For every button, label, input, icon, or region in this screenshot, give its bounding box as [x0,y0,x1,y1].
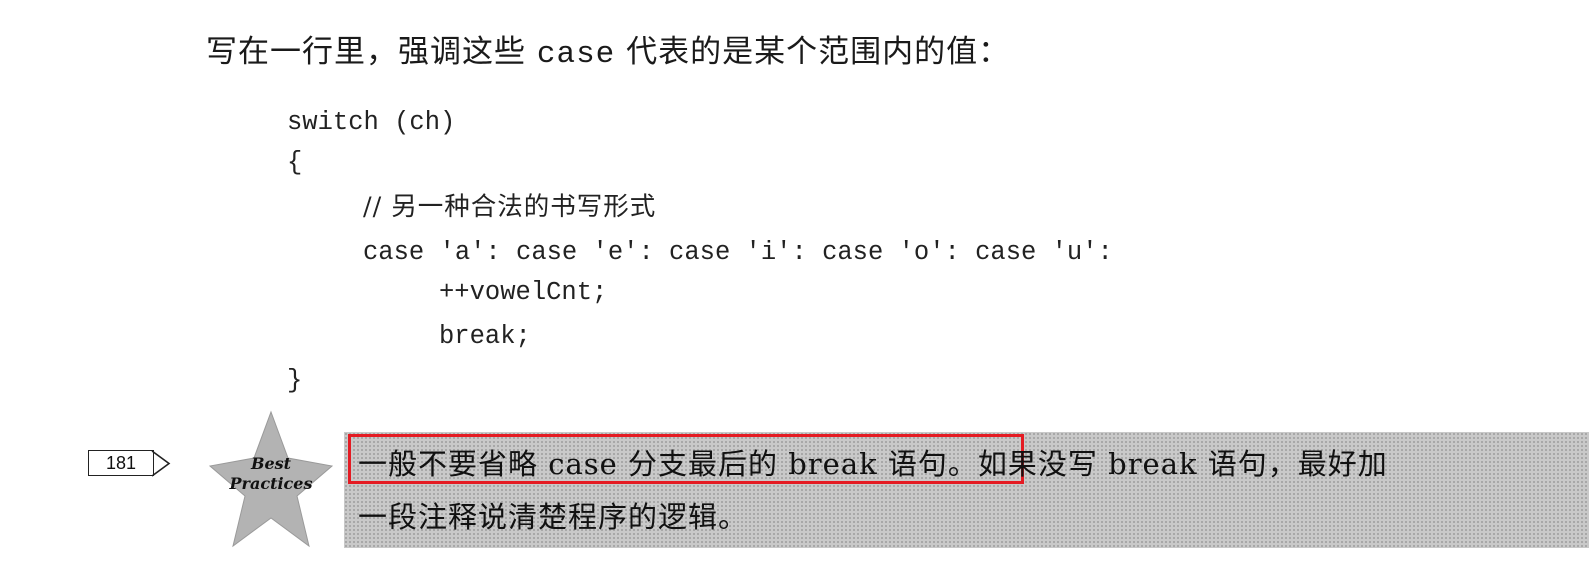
code-line: break; [439,322,531,351]
code-line: ++vowelCnt; [439,278,608,307]
badge-label-practices: Practices [229,474,313,493]
intro-text-start: 写在一行里，强调这些 [206,34,537,70]
arrow-right-icon [151,450,171,477]
margin-page-marker: 181 [88,450,174,477]
tip-line-1: 一般不要省略 case 分支最后的 break 语句。如果没写 break 语句… [358,441,1388,483]
code-line: case 'a': case 'e': case 'i': case 'o': … [363,238,1113,267]
intro-text-end: 代表的是某个范围内的值： [615,34,1011,70]
code-line: } [287,366,303,395]
intro-keyword: case [536,37,616,72]
code-line: { [287,148,303,177]
best-practice-tip: 一般不要省略 case 分支最后的 break 语句。如果没写 break 语句… [344,432,1589,548]
intro-paragraph: 写在一行里，强调这些 case 代表的是某个范围内的值： [206,26,1010,72]
page-number: 181 [88,450,154,476]
code-comment: // 另一种合法的书写形式 [363,192,657,222]
tip-line-2: 一段注释说清楚程序的逻辑。 [358,500,749,534]
tip-text: 。如果没写 break 语句，最好加 [947,447,1388,481]
code-line: switch (ch) [287,108,456,137]
tip-highlighted-text: 一般不要省略 case 分支最后的 break 语句 [358,447,948,481]
badge-label-best: Best [250,454,292,473]
best-practices-badge: Best Practices [208,410,334,550]
